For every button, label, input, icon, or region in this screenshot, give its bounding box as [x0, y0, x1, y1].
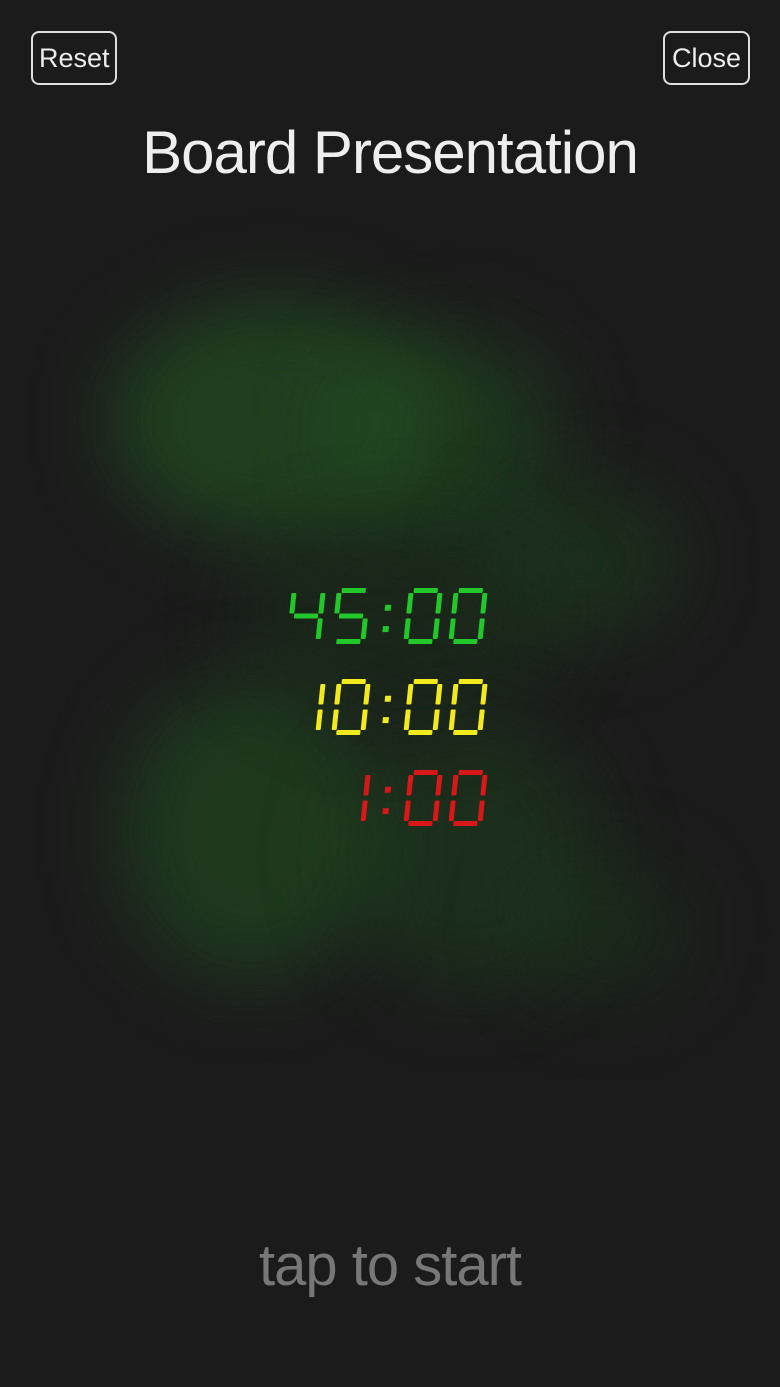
segment-e	[403, 800, 411, 821]
segment-e	[331, 709, 339, 730]
final-timer-display: 1:00	[360, 770, 488, 826]
timer-digit-5	[334, 588, 368, 644]
segment-b	[318, 593, 326, 614]
segment-c	[315, 709, 323, 730]
warning-timer-display: 10:00	[315, 679, 488, 735]
segment-d	[453, 639, 478, 644]
segment-a	[341, 588, 366, 593]
segment-f	[451, 593, 459, 614]
segment-f	[406, 593, 414, 614]
tap-to-start-hint[interactable]: tap to start	[0, 1232, 780, 1299]
segment-f	[406, 684, 414, 705]
final-timer: 1:001:00	[331, 770, 488, 834]
timer-colon	[382, 786, 392, 815]
segment-d	[336, 730, 361, 735]
segment-d	[408, 821, 433, 826]
segment-c	[360, 709, 368, 730]
segment-f	[334, 684, 342, 705]
timer-digit-0	[403, 588, 443, 644]
segment-c	[477, 618, 485, 639]
segment-d	[453, 730, 478, 735]
segment-e	[448, 709, 456, 730]
timer-screen[interactable]: Reset Close Board Presentation 45:0045:0…	[0, 0, 780, 1387]
timer-digit-0	[403, 679, 443, 735]
segment-g	[338, 613, 364, 619]
segment-e	[403, 709, 411, 730]
segment-b	[435, 775, 443, 796]
segment-f	[289, 593, 297, 614]
segment-a	[458, 588, 483, 593]
segment-g	[293, 613, 319, 619]
page-title: Board Presentation	[142, 119, 639, 186]
timer-digit-4	[289, 593, 326, 639]
timer-digit-0	[331, 679, 371, 735]
timer-digit-1	[315, 684, 326, 730]
segment-e	[403, 618, 411, 639]
segment-b	[435, 684, 443, 705]
segment-f	[406, 775, 414, 796]
segment-d	[408, 639, 433, 644]
segment-b	[480, 684, 488, 705]
segment-a	[413, 588, 438, 593]
segment-b	[363, 775, 371, 796]
segment-c	[432, 709, 440, 730]
segment-a	[413, 679, 438, 684]
segment-b	[435, 593, 443, 614]
timer-digit-0	[448, 588, 488, 644]
reset-button[interactable]: Reset	[31, 31, 117, 85]
timer-digit-1	[360, 775, 371, 821]
warning-timer: 10:0010:00	[286, 679, 488, 743]
segment-c	[477, 709, 485, 730]
segment-b	[480, 775, 488, 796]
segment-e	[448, 800, 456, 821]
segment-c	[432, 618, 440, 639]
segment-b	[318, 684, 326, 705]
segment-c	[360, 800, 368, 821]
segment-e	[448, 618, 456, 639]
timer-digit-0	[448, 770, 488, 826]
timer-colon	[382, 695, 392, 724]
close-button[interactable]: Close	[663, 31, 750, 85]
segment-c	[432, 800, 440, 821]
segment-b	[363, 684, 371, 705]
timer-colon	[382, 604, 392, 633]
segment-d	[408, 730, 433, 735]
segment-a	[413, 770, 438, 775]
timer-digit-0	[448, 679, 488, 735]
main-timer-display: 45:00	[289, 588, 488, 644]
segment-c	[360, 618, 368, 639]
segment-f	[451, 684, 459, 705]
segment-f	[334, 593, 342, 614]
segment-b	[480, 593, 488, 614]
segment-d	[336, 639, 361, 644]
segment-d	[453, 821, 478, 826]
segment-a	[341, 679, 366, 684]
segment-c	[315, 618, 323, 639]
segment-f	[451, 775, 459, 796]
segment-c	[477, 800, 485, 821]
main-timer: 45:0045:00	[286, 588, 488, 652]
segment-a	[458, 679, 483, 684]
segment-a	[458, 770, 483, 775]
timer-digit-0	[403, 770, 443, 826]
